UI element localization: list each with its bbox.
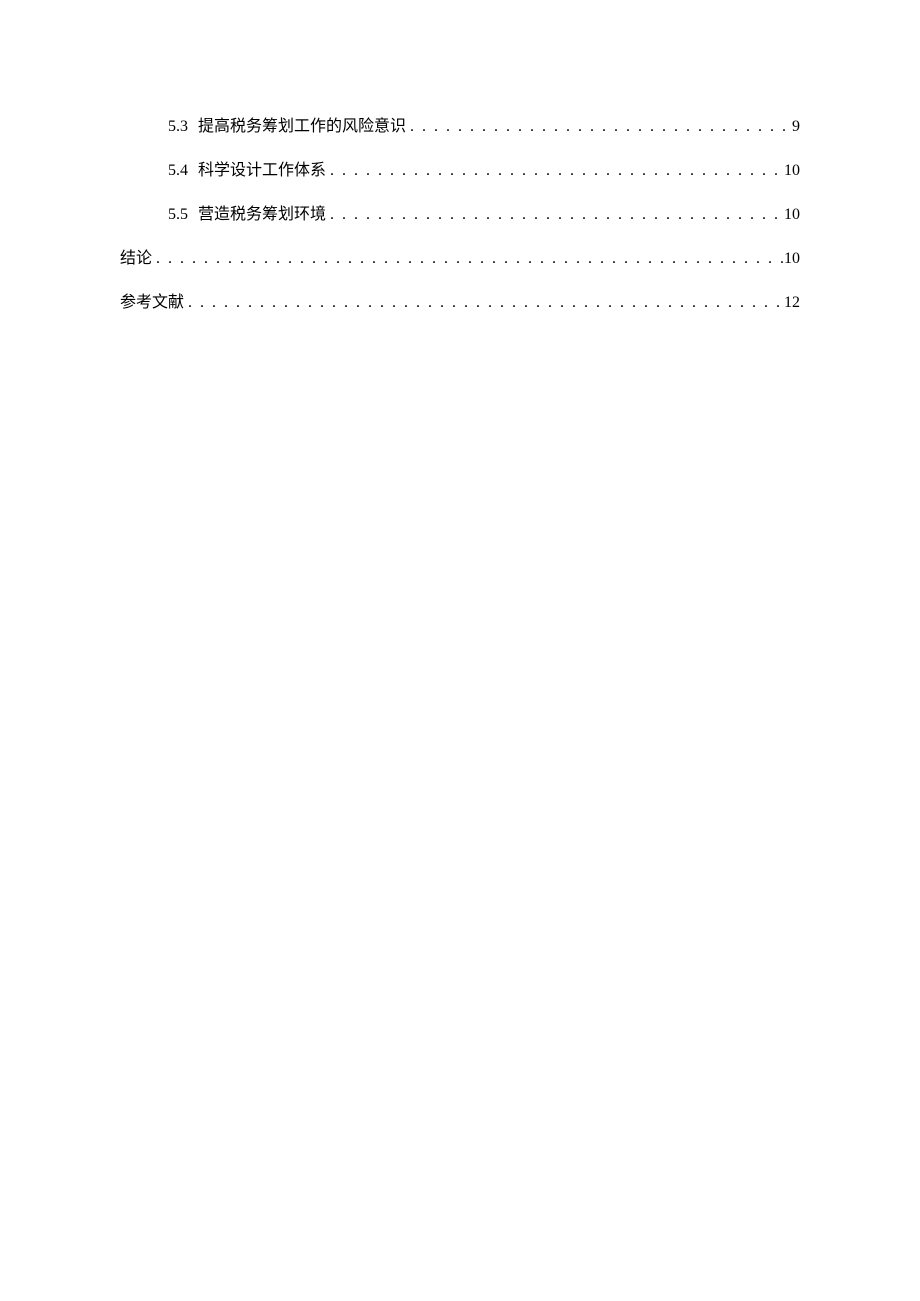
toc-entry: 参考文献 12 xyxy=(120,291,800,315)
toc-container: 5.3 提高税务筹划工作的风险意识 9 5.4 科学设计工作体系 10 5.5 … xyxy=(0,0,920,315)
toc-entry: 5.3 提高税务筹划工作的风险意识 9 xyxy=(120,115,800,139)
toc-entry-title: 营造税务筹划环境 xyxy=(198,203,326,227)
toc-entry-page: 10 xyxy=(784,203,800,227)
toc-entry-number: 5.4 xyxy=(168,159,188,183)
toc-entry-leader xyxy=(152,247,784,271)
toc-entry-number: 5.3 xyxy=(168,115,188,139)
toc-entry-title: 参考文献 xyxy=(120,291,184,315)
toc-entry-page: 12 xyxy=(784,291,800,315)
toc-entry-title: 提高税务筹划工作的风险意识 xyxy=(198,115,406,139)
toc-entry: 5.5 营造税务筹划环境 10 xyxy=(120,203,800,227)
toc-entry: 结论 10 xyxy=(120,247,800,271)
toc-entry: 5.4 科学设计工作体系 10 xyxy=(120,159,800,183)
toc-entry-leader xyxy=(326,159,784,183)
toc-entry-page: 9 xyxy=(792,115,800,139)
toc-entry-leader xyxy=(406,115,792,139)
toc-entry-leader xyxy=(326,203,784,227)
toc-entry-page: 10 xyxy=(784,159,800,183)
toc-entry-title: 结论 xyxy=(120,247,152,271)
toc-entry-page: 10 xyxy=(784,247,800,271)
toc-entry-leader xyxy=(184,291,784,315)
toc-entry-title: 科学设计工作体系 xyxy=(198,159,326,183)
toc-entry-number: 5.5 xyxy=(168,203,188,227)
